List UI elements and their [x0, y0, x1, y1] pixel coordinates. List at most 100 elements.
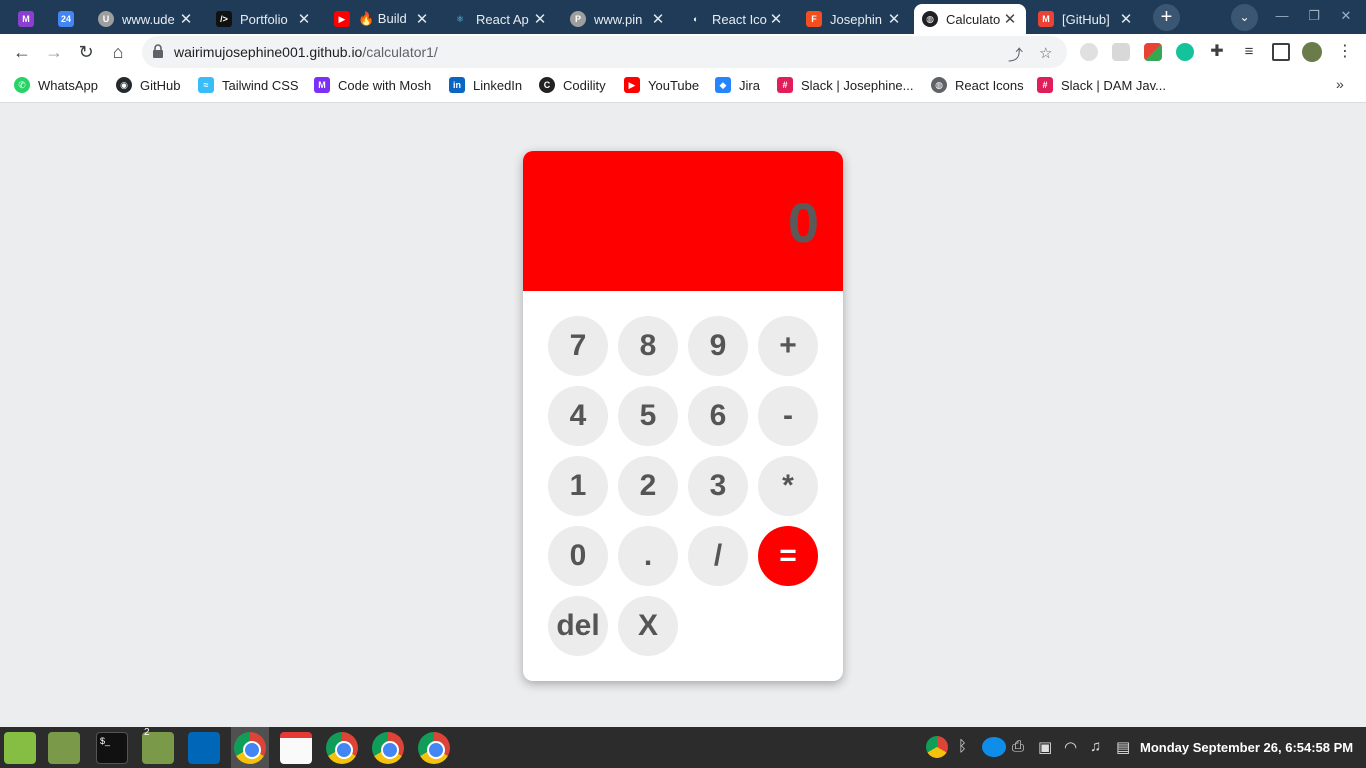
close-tab-icon[interactable]: ✕: [414, 10, 430, 28]
chrome-icon[interactable]: [418, 732, 450, 764]
key-9[interactable]: 9: [688, 316, 748, 376]
bookmark-label: React Icons: [955, 77, 1024, 93]
close-tab-icon[interactable]: ✕: [768, 10, 784, 28]
sound-icon[interactable]: ♫: [1090, 738, 1101, 755]
bookmark-label: Codility: [563, 77, 606, 93]
maximize-button[interactable]: ❐: [1304, 8, 1324, 24]
mosh-icon: M: [314, 77, 330, 93]
key-multiply[interactable]: *: [758, 456, 818, 516]
close-tab-icon[interactable]: ✕: [532, 10, 548, 28]
chrome-icon[interactable]: [234, 732, 266, 764]
home-button[interactable]: ⌂: [106, 40, 130, 64]
extension-icon[interactable]: [1080, 43, 1098, 61]
key-2[interactable]: 2: [618, 456, 678, 516]
forward-button[interactable]: →: [42, 40, 66, 64]
bookmark-slack-dam[interactable]: # Slack | DAM Jav...: [1037, 77, 1166, 93]
key-clear[interactable]: X: [618, 596, 678, 656]
puzzle-icon[interactable]: ✚: [1208, 43, 1226, 61]
bookmark-github[interactable]: ◉ GitHub: [116, 77, 180, 93]
address-bar[interactable]: wairimujosephine001.github.io/calculator…: [142, 36, 1067, 68]
teamviewer-icon[interactable]: [982, 737, 1006, 757]
new-tab-button[interactable]: +: [1153, 4, 1180, 31]
bookmark-code-with-mosh[interactable]: M Code with Mosh: [314, 77, 431, 93]
globe-icon: ◍: [931, 77, 947, 93]
menu-kebab-icon[interactable]: ⋮: [1336, 43, 1354, 61]
key-minus[interactable]: -: [758, 386, 818, 446]
bookmark-label: Code with Mosh: [338, 77, 432, 93]
key-decimal[interactable]: .: [618, 526, 678, 586]
close-tab-icon[interactable]: ✕: [296, 10, 312, 28]
tab-2[interactable]: 24: [50, 4, 86, 34]
key-7[interactable]: 7: [548, 316, 608, 376]
key-delete[interactable]: del: [548, 596, 608, 656]
key-divide[interactable]: /: [688, 526, 748, 586]
tab-9[interactable]: F Josephin ✕: [798, 4, 910, 34]
bookmark-linkedin[interactable]: in LinkedIn: [449, 77, 522, 93]
bookmarks-overflow-icon[interactable]: »: [1336, 76, 1344, 92]
extension-icon[interactable]: [1112, 43, 1130, 61]
close-tab-icon[interactable]: ✕: [1118, 10, 1134, 28]
wifi-icon[interactable]: ◠: [1064, 738, 1077, 756]
mint-menu-icon[interactable]: [4, 732, 36, 764]
tab-7[interactable]: P www.pin ✕: [562, 4, 674, 34]
codility-icon: C: [539, 77, 555, 93]
close-tab-icon[interactable]: ✕: [886, 10, 902, 28]
tab-4[interactable]: /> Portfolio ✕: [208, 4, 320, 34]
close-tab-icon[interactable]: ✕: [178, 10, 194, 28]
tab-1[interactable]: M: [10, 4, 46, 34]
notes-icon[interactable]: ▤: [1116, 738, 1130, 756]
minimize-button[interactable]: —: [1272, 8, 1292, 23]
close-window-button[interactable]: ✕: [1336, 8, 1356, 24]
key-0[interactable]: 0: [548, 526, 608, 586]
key-6[interactable]: 6: [688, 386, 748, 446]
tab-11[interactable]: M [GitHub] ✕: [1030, 4, 1142, 34]
calendar-icon[interactable]: [280, 732, 312, 764]
printer-icon[interactable]: ⎙: [1012, 738, 1024, 755]
tab-3[interactable]: U www.ude ✕: [90, 4, 202, 34]
bookmark-star-icon[interactable]: ☆: [1039, 44, 1052, 62]
key-4[interactable]: 4: [548, 386, 608, 446]
share-icon[interactable]: ⤴: [1008, 44, 1023, 65]
key-5[interactable]: 5: [618, 386, 678, 446]
tab-10-active[interactable]: ◍ Calculato ✕: [914, 4, 1026, 34]
bookmark-codility[interactable]: C Codility: [539, 77, 606, 93]
chrome-tray-icon[interactable]: [926, 736, 948, 758]
bookmark-youtube[interactable]: ▶ YouTube: [624, 77, 699, 93]
bookmark-tailwind[interactable]: ≈ Tailwind CSS: [198, 77, 299, 93]
extension-icon[interactable]: [1144, 43, 1162, 61]
bluetooth-icon[interactable]: ᛒ: [958, 738, 967, 755]
bookmark-jira[interactable]: ◆ Jira: [715, 77, 760, 93]
key-8[interactable]: 8: [618, 316, 678, 376]
key-equals[interactable]: =: [758, 526, 818, 586]
bookmark-whatsapp[interactable]: ✆ WhatsApp: [14, 77, 98, 93]
files-icon[interactable]: [48, 732, 80, 764]
reload-button[interactable]: ↻: [74, 40, 98, 64]
youtube-icon: ▶: [334, 11, 350, 27]
back-button[interactable]: ←: [10, 40, 34, 64]
bookmark-slack-josephine[interactable]: # Slack | Josephine...: [777, 77, 914, 93]
terminal-icon[interactable]: $_: [96, 732, 128, 764]
lock-icon: [153, 44, 163, 58]
chrome-icon[interactable]: [326, 732, 358, 764]
chrome-icon[interactable]: [372, 732, 404, 764]
close-tab-icon[interactable]: ✕: [650, 10, 666, 28]
update-manager-icon[interactable]: ▣: [1038, 738, 1052, 756]
tab-5[interactable]: ▶ 🔥 Build ✕: [326, 4, 438, 34]
key-3[interactable]: 3: [688, 456, 748, 516]
tab-6[interactable]: ⚛ React Ap ✕: [444, 4, 556, 34]
folder-icon[interactable]: 2: [142, 727, 174, 764]
key-plus[interactable]: +: [758, 316, 818, 376]
vscode-icon[interactable]: [188, 732, 220, 764]
close-tab-icon[interactable]: ✕: [1002, 10, 1018, 28]
bookmark-react-icons[interactable]: ◍ React Icons: [931, 77, 1024, 93]
linkedin-icon: in: [449, 77, 465, 93]
tab-search-button[interactable]: ⌄: [1231, 4, 1258, 31]
media-icon[interactable]: ≡: [1240, 43, 1258, 61]
tab-title: React Ico: [712, 11, 767, 27]
key-1[interactable]: 1: [548, 456, 608, 516]
tab-8[interactable]: ◐ React Ico ✕: [680, 4, 792, 34]
grammarly-icon[interactable]: [1176, 43, 1194, 61]
clock[interactable]: Monday September 26, 6:54:58 PM: [1140, 740, 1353, 755]
side-panel-icon[interactable]: [1272, 43, 1290, 61]
avatar[interactable]: [1302, 42, 1322, 62]
